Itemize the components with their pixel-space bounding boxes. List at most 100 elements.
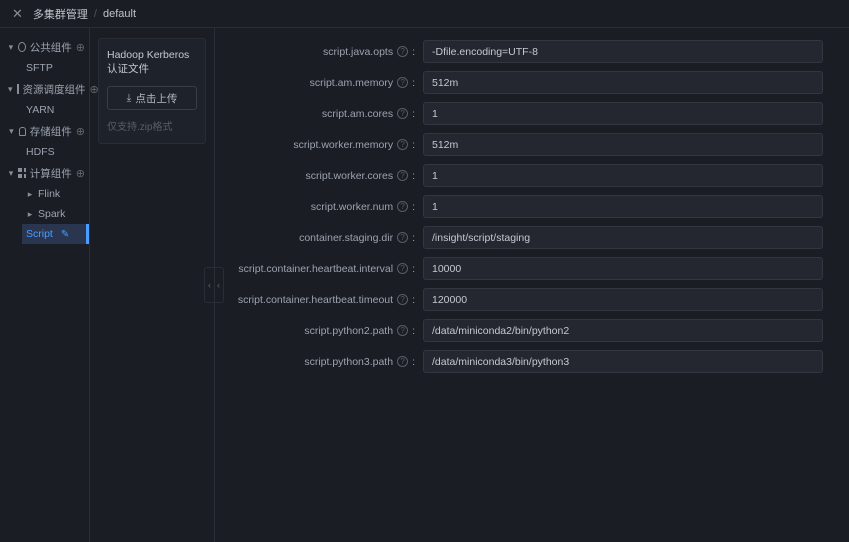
main-panel: ‹ script.java.opts?:script.am.memory?:sc…	[215, 28, 849, 542]
label-text: script.container.heartbeat.interval	[238, 263, 393, 275]
tree-label: 资源调度组件	[23, 82, 86, 97]
help-icon[interactable]: ?	[397, 77, 408, 88]
label-text: script.python2.path	[304, 325, 393, 337]
config-input[interactable]	[423, 195, 823, 218]
help-icon[interactable]: ?	[397, 201, 408, 212]
help-icon[interactable]: ?	[397, 46, 408, 57]
plus-icon[interactable]: ⊕	[76, 41, 85, 54]
label-text: script.java.opts	[323, 46, 393, 58]
caret-down-icon: ▾	[8, 42, 14, 53]
kerberos-card: Hadoop Kerberos认证文件 ⤓ 点击上传 仅支持.zip格式	[98, 38, 206, 144]
colon: :	[412, 356, 415, 368]
tree-item-label: SFTP	[26, 62, 53, 74]
form-row: container.staging.dir?:	[223, 226, 825, 249]
top-bar: ✕ 多集群管理 / default	[0, 0, 849, 28]
close-icon[interactable]: ✕	[8, 6, 27, 22]
config-input[interactable]	[423, 257, 823, 280]
tree-node-compute[interactable]: ▾ 计算组件 ⊕	[4, 162, 89, 184]
config-input[interactable]	[423, 319, 823, 342]
breadcrumb: 多集群管理 / default	[33, 6, 136, 22]
tree-item-flink[interactable]: ▸ Flink	[22, 184, 89, 204]
edit-icon[interactable]: ✎	[61, 229, 69, 240]
tree-node-storage[interactable]: ▾ 存储组件 ⊕	[4, 120, 89, 142]
config-input[interactable]	[423, 350, 823, 373]
tree-item-label: Flink	[38, 188, 60, 200]
help-icon[interactable]: ?	[397, 232, 408, 243]
colon: :	[412, 263, 415, 275]
tree-group-public: ▾ 公共组件 ⊕ SFTP	[0, 36, 89, 78]
tree-item-yarn[interactable]: YARN	[22, 100, 89, 120]
tree-sub: YARN	[4, 100, 89, 120]
tree-item-sftp[interactable]: SFTP	[22, 58, 89, 78]
form-row: script.am.cores?:	[223, 102, 825, 125]
form-label: script.container.heartbeat.timeout?:	[223, 294, 423, 306]
colon: :	[412, 201, 415, 213]
tree-label: 公共组件	[30, 40, 72, 55]
label-text: script.am.memory	[310, 77, 393, 89]
tree-item-spark[interactable]: ▸ Spark	[22, 204, 89, 224]
upload-hint: 仅支持.zip格式	[107, 118, 197, 133]
tree-node-public[interactable]: ▾ 公共组件 ⊕	[4, 36, 89, 58]
form-label: script.java.opts?:	[223, 46, 423, 58]
form-label: script.am.memory?:	[223, 77, 423, 89]
upload-button[interactable]: ⤓ 点击上传	[107, 86, 197, 110]
config-input[interactable]	[423, 164, 823, 187]
tree-item-script[interactable]: Script✎	[22, 224, 89, 244]
form-label: script.python3.path?:	[223, 356, 423, 368]
tree-sub: SFTP	[4, 58, 89, 78]
help-icon[interactable]: ?	[397, 294, 408, 305]
label-text: script.container.heartbeat.timeout	[238, 294, 393, 306]
help-icon[interactable]: ?	[397, 108, 408, 119]
label-text: script.am.cores	[322, 108, 393, 120]
form-label: script.am.cores?:	[223, 108, 423, 120]
help-icon[interactable]: ?	[397, 356, 408, 367]
tree-sub: HDFS	[4, 142, 89, 162]
caret-right-icon: ▸	[26, 209, 34, 220]
label-text: script.worker.cores	[306, 170, 394, 182]
tree-item-label: HDFS	[26, 146, 55, 158]
plus-icon[interactable]: ⊕	[76, 167, 85, 180]
label-text: script.worker.memory	[293, 139, 393, 151]
form-row: script.python3.path?:	[223, 350, 825, 373]
form-row: script.container.heartbeat.interval?:	[223, 257, 825, 280]
breadcrumb-leaf: default	[103, 8, 136, 20]
form-label: script.worker.cores?:	[223, 170, 423, 182]
database-icon	[19, 127, 26, 136]
breadcrumb-root[interactable]: 多集群管理	[33, 6, 88, 22]
colon: :	[412, 139, 415, 151]
config-input[interactable]	[423, 226, 823, 249]
help-icon[interactable]: ?	[397, 263, 408, 274]
config-input[interactable]	[423, 102, 823, 125]
label-text: script.python3.path	[304, 356, 393, 368]
cube-icon	[17, 84, 19, 94]
caret-right-icon: ▸	[26, 189, 34, 200]
config-input[interactable]	[423, 288, 823, 311]
colon: :	[412, 232, 415, 244]
config-input[interactable]	[423, 71, 823, 94]
form-label: script.worker.memory?:	[223, 139, 423, 151]
upload-button-label: 点击上传	[135, 91, 177, 106]
tree-item-label: Spark	[38, 208, 65, 220]
form-row: script.java.opts?:	[223, 40, 825, 63]
tree-node-resource[interactable]: ▾ 资源调度组件 ⊕	[4, 78, 89, 100]
colon: :	[412, 46, 415, 58]
colon: :	[412, 77, 415, 89]
form-row: script.am.memory?:	[223, 71, 825, 94]
collapse-right-icon[interactable]: ‹	[215, 267, 224, 303]
collapse-left-icon[interactable]: ‹	[204, 267, 214, 303]
colon: :	[412, 294, 415, 306]
tree-group-compute: ▾ 计算组件 ⊕ ▸ Flink ▸ Spark Script✎	[0, 162, 89, 244]
form-label: script.python2.path?:	[223, 325, 423, 337]
help-icon[interactable]: ?	[397, 325, 408, 336]
help-icon[interactable]: ?	[397, 170, 408, 181]
tree-item-hdfs[interactable]: HDFS	[22, 142, 89, 162]
form-row: script.worker.memory?:	[223, 133, 825, 156]
tree-group-storage: ▾ 存储组件 ⊕ HDFS	[0, 120, 89, 162]
colon: :	[412, 170, 415, 182]
help-icon[interactable]: ?	[397, 139, 408, 150]
config-input[interactable]	[423, 40, 823, 63]
breadcrumb-sep: /	[94, 8, 97, 20]
tree-sub: ▸ Flink ▸ Spark Script✎	[4, 184, 89, 244]
plus-icon[interactable]: ⊕	[76, 125, 85, 138]
config-input[interactable]	[423, 133, 823, 156]
